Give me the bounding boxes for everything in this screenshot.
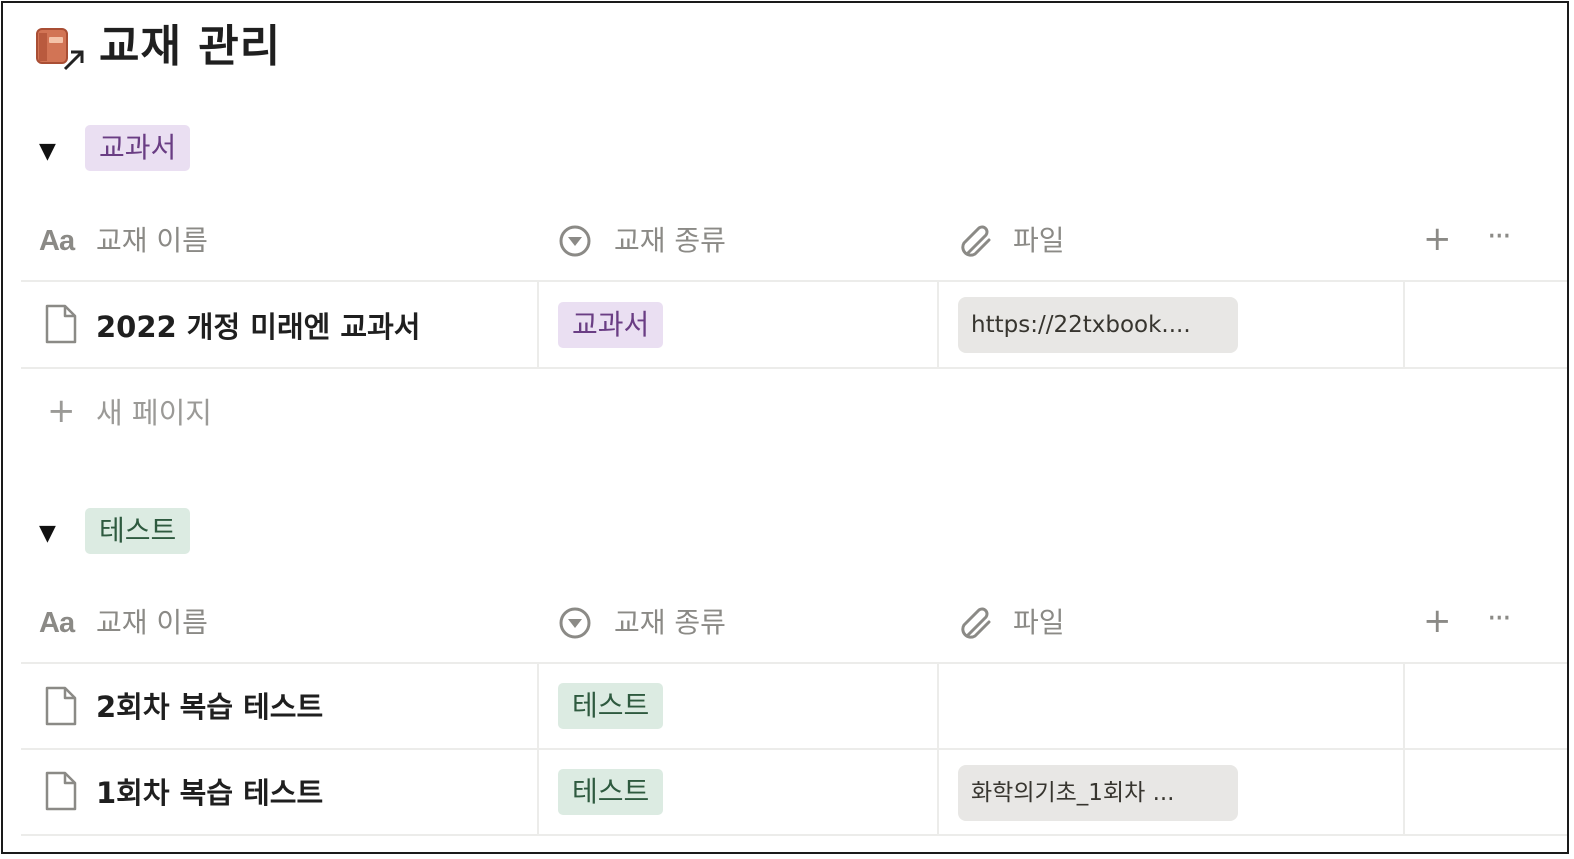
- row-title[interactable]: 2022 개정 미래엔 교과서: [96, 307, 420, 347]
- more-options-button[interactable]: ···: [1487, 217, 1512, 257]
- group-label-test: 테스트: [85, 508, 191, 554]
- type-tag[interactable]: 테스트: [558, 683, 664, 729]
- group-label-textbook: 교과서: [85, 125, 191, 171]
- text-property-icon: Aa: [39, 225, 75, 257]
- row-title[interactable]: 1회차 복습 테스트: [96, 773, 323, 813]
- divider: [21, 834, 1567, 836]
- page-title: 교재 관리: [99, 21, 282, 72]
- new-page-button[interactable]: 새 페이지: [96, 393, 212, 433]
- plus-icon[interactable]: +: [47, 391, 76, 431]
- column-header-name[interactable]: 교재 이름: [96, 221, 208, 261]
- divider: [537, 664, 539, 750]
- divider: [21, 280, 1567, 282]
- text-property-icon: Aa: [39, 607, 75, 639]
- document-icon: [45, 771, 77, 811]
- page-frame: 교재 관리 ▼ 교과서 Aa 교재 이름 교재 종류 파일 + ··· 2022…: [1, 1, 1569, 854]
- divider: [1403, 750, 1405, 836]
- book-link-icon: [36, 28, 84, 71]
- document-icon: [45, 686, 77, 726]
- divider: [21, 662, 1567, 664]
- column-header-name[interactable]: 교재 이름: [96, 603, 208, 643]
- divider: [937, 664, 939, 750]
- more-options-button[interactable]: ···: [1487, 599, 1512, 639]
- divider: [21, 748, 1567, 750]
- select-icon: [559, 607, 591, 639]
- paperclip-icon: [961, 607, 991, 639]
- divider: [937, 750, 939, 836]
- paperclip-icon: [961, 225, 991, 257]
- document-icon: [45, 304, 77, 344]
- add-property-button[interactable]: +: [1423, 219, 1452, 259]
- group-toggle-test[interactable]: ▼: [39, 519, 56, 549]
- column-header-type[interactable]: 교재 종류: [614, 221, 726, 261]
- file-chip[interactable]: 화학의기초_1회차 ...: [958, 765, 1238, 821]
- select-icon: [559, 225, 591, 257]
- column-header-file[interactable]: 파일: [1013, 603, 1065, 643]
- column-header-type[interactable]: 교재 종류: [614, 603, 726, 643]
- group-toggle-textbook[interactable]: ▼: [39, 137, 56, 167]
- add-property-button[interactable]: +: [1423, 601, 1452, 641]
- type-tag[interactable]: 교과서: [558, 302, 664, 348]
- divider: [1403, 282, 1405, 368]
- column-header-file[interactable]: 파일: [1013, 221, 1065, 261]
- divider: [537, 282, 539, 368]
- divider: [21, 367, 1567, 369]
- row-title[interactable]: 2회차 복습 테스트: [96, 687, 323, 727]
- file-chip[interactable]: https://22txbook....: [958, 297, 1238, 353]
- type-tag[interactable]: 테스트: [558, 769, 664, 815]
- divider: [537, 750, 539, 836]
- divider: [937, 282, 939, 368]
- divider: [1403, 664, 1405, 750]
